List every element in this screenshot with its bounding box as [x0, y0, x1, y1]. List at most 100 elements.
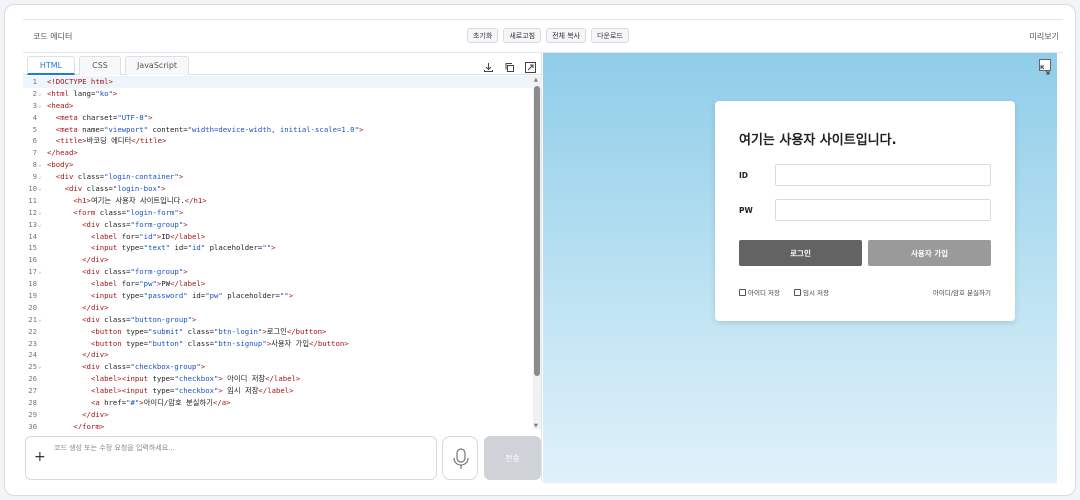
top-bar: 코드 에디터 초기화 새로고침 전체 복사 다운로드 미리보기 [23, 19, 1063, 53]
code-editor[interactable]: 1 <!DOCTYPE html> 2 ⌄ <html lang="ko"> 3 ⌄ <hea… [23, 76, 542, 429]
code-text: <form class="login-form"> [73, 207, 184, 217]
copy-icon[interactable] [504, 58, 515, 72]
code-line[interactable]: 26 <label><input type="checkbox"> 아이디 저장… [23, 373, 542, 385]
code-text: <body> [47, 160, 74, 170]
code-line[interactable]: 20 </div> [23, 302, 542, 314]
code-line[interactable]: 29 </div> [23, 409, 542, 421]
fold-chevron-icon[interactable]: ⌄ [38, 88, 42, 100]
code-line[interactable]: 17 ⌄ <div class="form-group"> [23, 266, 542, 278]
app-title: 코드 에디터 [33, 32, 73, 41]
fold-chevron-icon[interactable]: ⌄ [38, 207, 42, 219]
code-line[interactable]: 13 ⌄ <div class="form-group"> [23, 219, 542, 231]
code-text: </div> [82, 302, 109, 312]
fold-chevron-icon[interactable]: ⌄ [38, 361, 42, 373]
line-number: 9 [32, 172, 37, 182]
code-text: <label><input type="checkbox"> 임시 저장</la… [90, 386, 294, 396]
code-line[interactable]: 19 <input type="password" id="pw" placeh… [23, 290, 542, 302]
refresh-button[interactable]: 새로고침 [503, 28, 542, 43]
code-text: <head> [47, 100, 74, 110]
checkbox-icon[interactable] [739, 288, 746, 296]
login-button[interactable]: 로그인 [739, 240, 862, 266]
line-number: 29 [28, 409, 37, 419]
checkbox-icon[interactable] [794, 288, 801, 296]
line-number: 17 [28, 267, 37, 277]
plus-icon[interactable]: + [34, 449, 46, 465]
code-line[interactable]: 16 </div> [23, 254, 542, 266]
line-number: 27 [28, 386, 37, 396]
mic-button[interactable] [442, 436, 478, 480]
line-number: 4 [32, 112, 37, 122]
line-number: 16 [28, 255, 37, 265]
code-text: <label for="pw">PW</label> [90, 279, 206, 289]
code-line[interactable]: 3 ⌄ <head> [23, 100, 542, 112]
code-line[interactable]: 7 </head> [23, 147, 542, 159]
code-text: </div> [82, 255, 109, 265]
editor-tabs: HTML CSS JavaScript [23, 53, 542, 75]
save-id-checkbox[interactable]: 아이디 저장 [739, 287, 780, 297]
fold-chevron-icon[interactable]: ⌄ [38, 314, 42, 326]
tab-javascript[interactable]: JavaScript [125, 56, 189, 75]
save-id-label: 아이디 저장 [748, 289, 780, 297]
editor-scrollbar[interactable]: ▲ ▼ [533, 76, 541, 429]
signup-button[interactable]: 사용자 가입 [868, 240, 991, 266]
copy-all-button[interactable]: 전체 복사 [546, 28, 587, 43]
code-text: </div> [82, 409, 109, 419]
fold-chevron-icon[interactable]: ⌄ [38, 266, 42, 278]
scroll-down-icon[interactable]: ▼ [534, 423, 538, 429]
expand-icon[interactable] [525, 58, 536, 73]
scroll-up-icon[interactable]: ▲ [534, 77, 538, 83]
pw-field[interactable] [775, 199, 991, 221]
line-number: 18 [28, 279, 37, 289]
code-text: <div class="form-group"> [82, 219, 188, 229]
code-line[interactable]: 10 ⌄ <div class="login-box"> [23, 183, 542, 195]
scrollbar-thumb[interactable] [534, 86, 540, 376]
line-number: 8 [32, 160, 37, 170]
code-line[interactable]: 12 ⌄ <form class="login-form"> [23, 207, 542, 219]
code-line[interactable]: 9 ⌄ <div class="login-container"> [23, 171, 542, 183]
line-number: 15 [28, 243, 37, 253]
code-line[interactable]: 5 <meta name="viewport" content="width=d… [23, 124, 542, 136]
line-number: 26 [28, 374, 37, 384]
fullscreen-icon[interactable] [1039, 59, 1051, 75]
fold-chevron-icon[interactable]: ⌄ [38, 100, 42, 112]
line-number: 11 [28, 195, 37, 205]
send-button[interactable]: 전송 [484, 436, 541, 480]
toolbar: 초기화 새로고침 전체 복사 다운로드 [467, 28, 629, 43]
code-line[interactable]: 4 <meta charset="UTF-8"> [23, 112, 542, 124]
temp-save-checkbox[interactable]: 임시 저장 [794, 287, 829, 297]
code-line[interactable]: 18 <label for="pw">PW</label> [23, 278, 542, 290]
fold-chevron-icon[interactable]: ⌄ [38, 183, 42, 195]
code-line[interactable]: 24 </div> [23, 349, 542, 361]
code-line[interactable]: 11 <h1>여기는 사용자 사이트입니다.</h1> [23, 195, 542, 207]
code-text: <html lang="ko"> [47, 88, 118, 98]
code-line[interactable]: 27 <label><input type="checkbox"> 임시 저장<… [23, 385, 542, 397]
code-text: <h1>여기는 사용자 사이트입니다.</h1> [73, 195, 207, 205]
tab-css[interactable]: CSS [79, 56, 121, 75]
download-button[interactable]: 다운로드 [591, 28, 629, 43]
code-line[interactable]: 25 ⌄ <div class="checkbox-group"> [23, 361, 542, 373]
code-line[interactable]: 28 <a href="#">아이디/암호 분실하기</a> [23, 397, 542, 409]
fold-chevron-icon[interactable]: ⌄ [38, 219, 42, 231]
code-text: <label for="id">ID</label> [90, 231, 206, 241]
fold-chevron-icon[interactable]: ⌄ [38, 159, 42, 171]
prompt-input[interactable] [54, 441, 424, 455]
reset-button[interactable]: 초기화 [467, 28, 499, 43]
forgot-credentials-link[interactable]: 아이디/암호 분실하기 [933, 287, 991, 297]
code-line[interactable]: 2 ⌄ <html lang="ko"> [23, 88, 542, 100]
pw-label: PW [739, 206, 753, 215]
download-icon[interactable] [483, 58, 494, 72]
code-line[interactable]: 14 <label for="id">ID</label> [23, 231, 542, 243]
line-number: 21 [28, 314, 37, 324]
line-number: 2 [32, 88, 37, 98]
code-line[interactable]: 1 <!DOCTYPE html> [23, 76, 542, 88]
code-line[interactable]: 30 </form> [23, 421, 542, 429]
code-line[interactable]: 8 ⌄ <body> [23, 159, 542, 171]
code-line[interactable]: 21 ⌄ <div class="button-group"> [23, 314, 542, 326]
tab-html[interactable]: HTML [27, 56, 75, 75]
code-line[interactable]: 23 <button type="button" class="btn-sign… [23, 338, 542, 350]
id-field[interactable] [775, 164, 991, 186]
code-line[interactable]: 22 <button type="submit" class="btn-logi… [23, 326, 542, 338]
code-line[interactable]: 15 <input type="text" id="id" placeholde… [23, 242, 542, 254]
fold-chevron-icon[interactable]: ⌄ [38, 171, 42, 183]
code-line[interactable]: 6 <title>바코딩 에디터</title> [23, 135, 542, 147]
